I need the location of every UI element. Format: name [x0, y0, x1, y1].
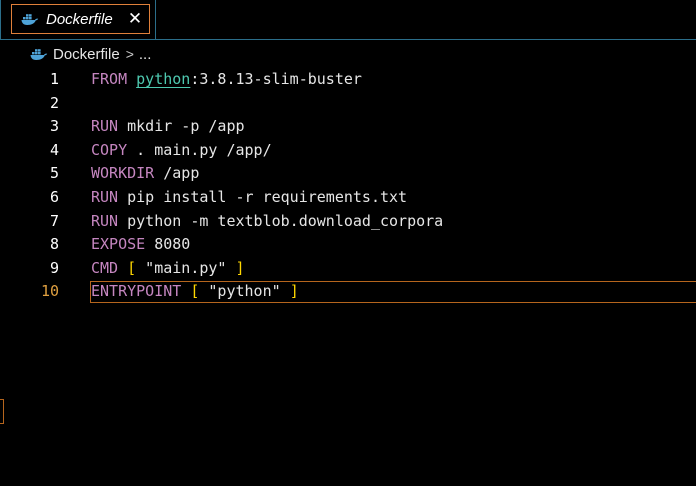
code-line[interactable]: 6 RUN pip install -r requirements.txt: [0, 186, 696, 209]
code-line[interactable]: 8 EXPOSE 8080: [0, 233, 696, 256]
code-text: WORKDIR /app: [91, 162, 199, 185]
line-number: 4: [49, 140, 59, 159]
code-line[interactable]: 5 WORKDIR /app: [0, 162, 696, 185]
code-token: mkdir -p /app: [118, 117, 245, 136]
code-text: FROM python:3.8.13-slim-buster: [91, 68, 362, 91]
code-keyword: EXPOSE: [91, 235, 146, 254]
code-token: "main.py": [136, 258, 236, 277]
line-number: 5: [49, 164, 59, 183]
docker-icon: [21, 12, 39, 26]
code-bracket: [: [127, 258, 137, 277]
code-keyword: CMD: [91, 258, 119, 277]
tab-dockerfile[interactable]: Dockerfile ✕: [11, 4, 150, 34]
code-text: CMD [ "main.py" ]: [91, 257, 245, 280]
code-text: RUN mkdir -p /app: [91, 115, 245, 138]
code-token: :3.8.13-slim-buster: [190, 70, 362, 88]
tab-bar: Dockerfile ✕: [0, 0, 696, 40]
line-number: 6: [49, 188, 59, 206]
code-line[interactable]: 2: [0, 92, 696, 115]
code-line[interactable]: 3 RUN mkdir -p /app: [0, 115, 696, 138]
code-image-name: python: [136, 70, 191, 88]
docker-icon: [30, 47, 48, 61]
code-text: RUN pip install -r requirements.txt: [91, 186, 407, 209]
line-number: 8: [49, 235, 59, 254]
tab-label: Dockerfile: [46, 10, 113, 28]
code-keyword: RUN: [91, 117, 119, 136]
current-line-highlight: [90, 281, 696, 304]
breadcrumb-separator: >: [125, 46, 134, 62]
breadcrumb-ellipsis[interactable]: ...: [139, 46, 152, 63]
code-token: pip install -r requirements.txt: [118, 188, 408, 206]
code-line[interactable]: 10 ENTRYPOINT [ "python" ]: [0, 280, 696, 304]
code-keyword: FROM: [91, 70, 128, 88]
code-line[interactable]: 1 FROM python:3.8.13-slim-buster: [0, 68, 696, 91]
line-number: 10: [40, 282, 59, 301]
code-token: 8080: [145, 235, 191, 254]
code-text: COPY . main.py /app/: [91, 139, 272, 162]
scroll-marker: [0, 399, 4, 424]
breadcrumb: Dockerfile > ...: [0, 41, 696, 67]
close-icon[interactable]: ✕: [127, 10, 143, 28]
tab-bar-edge: [0, 0, 1, 40]
code-text: EXPOSE 8080: [91, 233, 190, 256]
code-keyword: WORKDIR: [91, 164, 155, 183]
code-editor[interactable]: 1 FROM python:3.8.13-slim-buster 2 3 RUN mkd…: [0, 68, 696, 486]
code-token: /app: [154, 164, 200, 183]
line-number: 7: [49, 211, 59, 230]
code-line[interactable]: 7 RUN python -m textblob.download_corpora: [0, 210, 696, 233]
code-keyword: COPY: [91, 140, 128, 159]
line-number: 9: [49, 258, 59, 277]
code-keyword: RUN: [91, 211, 119, 230]
code-token: . main.py /app/: [127, 140, 272, 159]
code-text: RUN python -m textblob.download_corpora: [91, 210, 443, 233]
line-number: 2: [49, 93, 59, 112]
editor-window: Dockerfile ✕ Dockerfile > ... 1 FROM pyth…: [0, 0, 696, 486]
code-line[interactable]: 4 COPY . main.py /app/: [0, 139, 696, 162]
code-line[interactable]: 9 CMD [ "main.py" ]: [0, 257, 696, 280]
line-number: 3: [49, 117, 59, 136]
code-token: python -m textblob.download_corpora: [118, 211, 444, 230]
tab-divider: [155, 0, 156, 40]
code-bracket: ]: [235, 258, 245, 277]
breadcrumb-file[interactable]: Dockerfile: [53, 46, 120, 63]
code-keyword: RUN: [91, 188, 119, 206]
line-number: 1: [49, 70, 59, 88]
